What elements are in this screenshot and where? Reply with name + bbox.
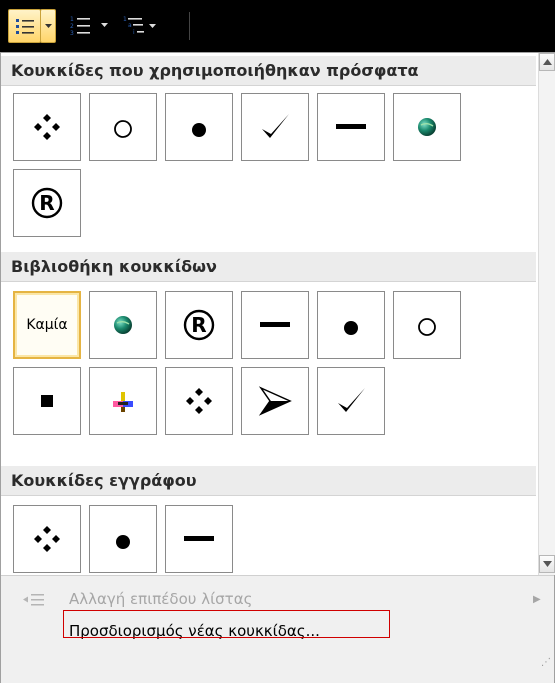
registered-icon: R [183, 309, 215, 341]
section-header-recent: Κουκκίδες που χρησιμοποιήθηκαν πρόσφατα [1, 56, 536, 86]
resize-grip-icon[interactable]: ⋰ [541, 657, 551, 668]
filled-circle-icon [192, 123, 206, 137]
arrowhead-icon [258, 386, 292, 416]
hollow-circle-icon [114, 120, 132, 138]
filled-circle-icon [116, 535, 130, 549]
bullet-hollow-circle[interactable] [393, 291, 461, 359]
dash-icon [336, 124, 366, 129]
dash-icon [184, 536, 214, 541]
none-label: Καμία [26, 317, 68, 333]
bullet-filled-circle[interactable] [317, 291, 385, 359]
toolbar-separator [189, 12, 190, 40]
bullet-hollow-circle[interactable] [89, 93, 157, 161]
bullet-square[interactable] [13, 367, 81, 435]
bullet-none[interactable]: Καμία [13, 291, 81, 359]
section-header-document: Κουκκίδες εγγράφου [1, 466, 536, 496]
hollow-circle-icon [418, 318, 436, 336]
bullet-checkmark[interactable] [241, 93, 309, 161]
bullets-button[interactable] [8, 9, 41, 43]
ribbon-paragraph-toolbar: 1 2 3 1 a i [0, 0, 555, 52]
color-plus-icon [113, 392, 133, 412]
numbering-icon: 1 2 3 [70, 16, 90, 35]
svg-text:1: 1 [70, 16, 74, 23]
bullet-dash[interactable] [317, 93, 385, 161]
registered-icon: R [31, 187, 63, 219]
dash-icon [260, 322, 290, 327]
bullet-filled-circle[interactable] [89, 505, 157, 573]
chevron-down-icon [44, 23, 52, 28]
numbering-button[interactable]: 1 2 3 [66, 9, 96, 41]
bullet-dash[interactable] [165, 505, 233, 573]
svg-text:R: R [39, 191, 54, 215]
globe-icon [418, 118, 436, 136]
diamond-cluster-icon [186, 388, 212, 414]
chevron-down-icon [100, 22, 108, 27]
bullet-registered[interactable]: R [13, 169, 81, 237]
multilevel-list-button[interactable]: 1 a i [122, 9, 158, 41]
svg-text:R: R [191, 313, 206, 337]
svg-text:3: 3 [70, 30, 74, 35]
section-header-library: Βιβλιοθήκη κουκκίδων [1, 252, 536, 282]
bullet-filled-circle[interactable] [165, 93, 233, 161]
svg-text:a: a [128, 22, 132, 29]
bullet-dash[interactable] [241, 291, 309, 359]
gallery-scrollbar[interactable] [538, 53, 555, 575]
highlight-box [63, 610, 390, 638]
globe-icon [114, 316, 132, 334]
bullet-globe[interactable] [393, 93, 461, 161]
svg-text:i: i [133, 29, 135, 35]
svg-text:2: 2 [70, 23, 74, 30]
chevron-down-icon [542, 561, 552, 567]
list-level-icon [23, 594, 44, 606]
diamond-cluster-icon [34, 526, 60, 552]
change-list-level-label: Αλλαγή επιπέδου λίστας [69, 590, 253, 608]
multilevel-list-icon: 1 a i [123, 16, 156, 35]
bullet-diamond-cluster[interactable] [13, 505, 81, 573]
svg-text:1: 1 [123, 16, 127, 23]
checkmark-icon [262, 114, 289, 138]
square-icon [41, 395, 53, 407]
submenu-arrow-icon: ▶ [533, 593, 541, 605]
checkmark-icon [338, 388, 365, 412]
bullet-diamond-cluster[interactable] [13, 93, 81, 161]
bullet-color-plus[interactable] [89, 367, 157, 435]
numbering-dropdown-button[interactable] [98, 9, 110, 41]
bullet-arrowhead[interactable] [241, 367, 309, 435]
diamond-cluster-icon [34, 114, 60, 140]
bullet-registered[interactable]: R [165, 291, 233, 359]
bullets-icon [15, 19, 34, 34]
chevron-up-icon [542, 59, 552, 65]
filled-circle-icon [344, 321, 358, 335]
bullet-diamond-cluster[interactable] [165, 367, 233, 435]
scroll-up-button[interactable] [539, 53, 555, 71]
bullet-checkmark[interactable] [317, 367, 385, 435]
bullet-library-dropdown: Κουκκίδες που χρησιμοποιήθηκαν πρόσφατα [0, 52, 555, 683]
scroll-down-button[interactable] [539, 555, 555, 573]
bullet-globe[interactable] [89, 291, 157, 359]
bullets-dropdown-button[interactable] [40, 9, 56, 43]
bullet-gallery: Κουκκίδες που χρησιμοποιήθηκαν πρόσφατα [1, 53, 536, 575]
